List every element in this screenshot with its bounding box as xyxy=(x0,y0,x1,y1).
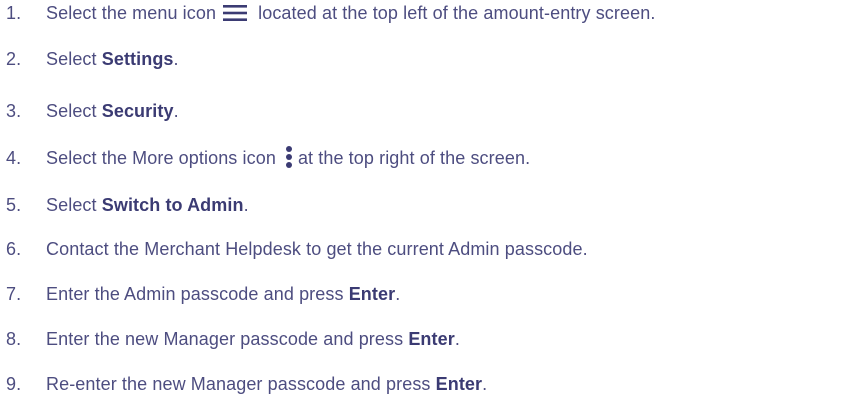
menu-icon xyxy=(222,2,248,24)
step-6: 6. Contact the Merchant Helpdesk to get … xyxy=(0,236,588,262)
step-text-post: . xyxy=(395,283,401,304)
step-text-pre: Select xyxy=(46,194,102,215)
step-number: 1. xyxy=(6,2,22,23)
enter-label: Enter xyxy=(348,283,396,304)
step-text-pre: Select xyxy=(46,48,102,69)
step-text-post: . xyxy=(173,100,179,121)
step-text-pre: Select the menu icon xyxy=(46,2,217,23)
step-9: 9. Re-enter the new Manager passcode and… xyxy=(0,371,487,397)
step-text-pre: Enter the new Manager passcode and press xyxy=(46,328,409,349)
step-8: 8. Enter the new Manager passcode and pr… xyxy=(0,326,460,352)
step-text-post: . xyxy=(482,373,488,394)
step-text-post: . xyxy=(454,328,460,349)
more-options-icon xyxy=(284,144,294,172)
step-2: 2. Select Settings . xyxy=(0,46,179,72)
step-text-post: . xyxy=(173,48,179,69)
step-number: 6. xyxy=(6,238,22,259)
enter-label: Enter xyxy=(435,373,483,394)
step-number: 3. xyxy=(6,100,22,121)
step-1: 1. Select the menu icon located at the t… xyxy=(0,0,655,26)
security-label: Security xyxy=(101,100,174,121)
step-number: 2. xyxy=(6,48,22,69)
step-text-post: at the top right of the screen. xyxy=(297,147,531,168)
step-text-pre: Select the More options icon xyxy=(46,147,276,168)
step-number: 5. xyxy=(6,194,22,215)
step-7: 7. Enter the Admin passcode and press En… xyxy=(0,281,400,307)
step-5: 5. Select Switch to Admin . xyxy=(0,192,249,218)
step-text-pre: Select xyxy=(46,100,102,121)
settings-label: Settings xyxy=(101,48,174,69)
step-number: 9. xyxy=(6,373,22,394)
step-number: 8. xyxy=(6,328,22,349)
step-text-post: . xyxy=(243,194,249,215)
enter-label: Enter xyxy=(408,328,455,349)
step-text-pre: Re-enter the new Manager passcode and pr… xyxy=(46,373,436,394)
step-text: Contact the Merchant Helpdesk to get the… xyxy=(46,238,588,259)
switch-to-admin-label: Switch to Admin xyxy=(101,194,244,215)
step-text-pre: Enter the Admin passcode and press xyxy=(46,283,349,304)
step-text-post: located at the top left of the amount-en… xyxy=(258,2,656,23)
step-number: 7. xyxy=(6,283,22,304)
step-3: 3. Select Security . xyxy=(0,98,179,124)
step-4: 4. Select the More options icon at the t… xyxy=(0,145,530,171)
step-number: 4. xyxy=(6,147,22,168)
